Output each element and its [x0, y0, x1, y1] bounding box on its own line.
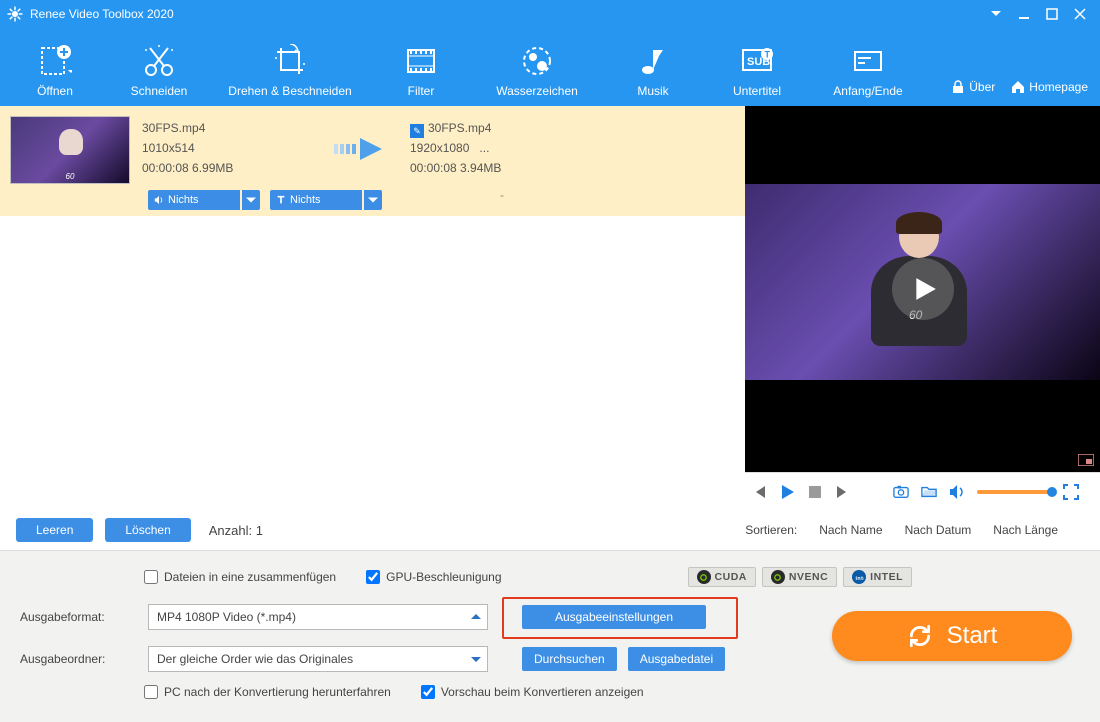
cuda-badge: CUDA — [688, 567, 756, 587]
play-overlay-button[interactable] — [892, 258, 954, 320]
sort-by-date[interactable]: Nach Datum — [905, 523, 972, 537]
minimize-icon[interactable] — [1010, 0, 1038, 28]
stop-button[interactable] — [807, 484, 823, 500]
app-title: Renee Video Toolbox 2020 — [30, 7, 174, 21]
speaker-icon — [154, 195, 164, 205]
subtitle-icon: SUBT — [740, 44, 774, 78]
tool-start-end[interactable]: Anfang/Ende — [818, 44, 918, 98]
output-file-button[interactable]: Ausgabedatei — [628, 647, 725, 671]
tool-label: Drehen & Beschneiden — [220, 84, 360, 98]
nvenc-badge: NVENC — [762, 567, 837, 587]
tool-cut[interactable]: Schneiden — [116, 44, 202, 98]
intel-badge: intelINTEL — [843, 567, 912, 587]
tool-subtitle[interactable]: SUBT Untertitel — [714, 44, 800, 98]
source-thumbnail[interactable] — [10, 116, 130, 184]
title-bar: Renee Video Toolbox 2020 — [0, 0, 1100, 28]
prev-button[interactable] — [751, 484, 767, 500]
tool-label: Schneiden — [116, 84, 202, 98]
start-button[interactable]: Start — [832, 611, 1072, 661]
tool-open[interactable]: Öffnen — [12, 44, 98, 98]
tool-label: Filter — [378, 84, 464, 98]
arrow-right-icon — [334, 136, 398, 162]
volume-slider[interactable] — [977, 490, 1051, 494]
caret-up-icon — [471, 612, 481, 622]
folder-label: Ausgabeordner: — [20, 652, 138, 666]
output-settings: Dateien in eine zusammenfügen GPU-Beschl… — [0, 550, 1100, 722]
fullscreen-button[interactable] — [1063, 484, 1079, 500]
next-button[interactable] — [835, 484, 851, 500]
lock-icon — [951, 80, 965, 94]
file-row[interactable]: 30FPS.mp4 1010x514 00:00:08 6.99MB ✎30FP… — [0, 106, 745, 216]
format-label: Ausgabeformat: — [20, 610, 138, 624]
audio-dropdown[interactable]: Nichts — [148, 190, 260, 210]
volume-button[interactable] — [949, 484, 965, 500]
svg-text:T: T — [765, 50, 771, 60]
sort-by-name[interactable]: Nach Name — [819, 523, 882, 537]
video-preview[interactable]: 60 — [745, 106, 1100, 472]
maximize-icon[interactable] — [1038, 0, 1066, 28]
source-info: 30FPS.mp4 1010x514 00:00:08 6.99MB — [142, 116, 322, 178]
edit-icon[interactable]: ✎ — [410, 124, 424, 138]
folder-select[interactable]: Der gleiche Order wie das Originales — [148, 646, 488, 672]
about-link[interactable]: Über — [951, 80, 995, 94]
tool-label: Wasserzeichen — [482, 84, 592, 98]
refresh-icon — [907, 623, 933, 649]
dash: - — [500, 188, 504, 202]
close-icon[interactable] — [1066, 0, 1094, 28]
play-button[interactable] — [779, 484, 795, 500]
watermark-icon — [520, 44, 554, 78]
text-icon — [276, 195, 286, 205]
card-icon — [851, 44, 885, 78]
preview-checkbox[interactable]: Vorschau beim Konvertieren anzeigen — [421, 685, 644, 699]
clear-button[interactable]: Leeren — [16, 518, 93, 542]
tool-rotate-crop[interactable]: Drehen & Beschneiden — [220, 44, 360, 98]
list-actions: Leeren Löschen Anzahl: 1 Sortieren: Nach… — [0, 510, 1100, 550]
merge-checkbox[interactable]: Dateien in eine zusammenfügen — [144, 570, 336, 584]
count-label: Anzahl: 1 — [209, 523, 263, 538]
main-toolbar: Öffnen Schneiden Drehen & Beschneiden Fi… — [0, 28, 1100, 106]
format-select[interactable]: MP4 1080P Video (*.mp4) — [148, 604, 488, 630]
tool-filter[interactable]: Filter — [378, 44, 464, 98]
tool-label: Musik — [610, 84, 696, 98]
file-list: 30FPS.mp4 1010x514 00:00:08 6.99MB ✎30FP… — [0, 106, 745, 510]
svg-text:intel: intel — [855, 575, 864, 581]
tool-label: Öffnen — [12, 84, 98, 98]
home-icon — [1011, 80, 1025, 94]
player-controls — [745, 472, 1100, 510]
highlight-box — [502, 597, 738, 639]
target-info: ✎30FPS.mp4 1920x1080 ... 00:00:08 3.94MB — [410, 116, 590, 178]
gpu-checkbox[interactable]: GPU-Beschleunigung — [366, 570, 501, 584]
pip-icon[interactable] — [1078, 454, 1094, 466]
tool-music[interactable]: Musik — [610, 44, 696, 98]
music-note-icon — [636, 44, 670, 78]
menu-dropdown-icon[interactable] — [982, 0, 1010, 28]
preview-panel: 60 — [745, 106, 1100, 510]
filmstrip-icon — [404, 44, 438, 78]
tool-label: Anfang/Ende — [818, 84, 918, 98]
caret-down-icon — [471, 654, 481, 664]
tool-watermark[interactable]: Wasserzeichen — [482, 44, 592, 98]
delete-button[interactable]: Löschen — [105, 518, 190, 542]
text-dropdown[interactable]: Nichts — [270, 190, 382, 210]
shutdown-checkbox[interactable]: PC nach der Konvertierung herunterfahren — [144, 685, 391, 699]
sort-by-length[interactable]: Nach Länge — [993, 523, 1058, 537]
tool-label: Untertitel — [714, 84, 800, 98]
app-logo-icon — [6, 5, 24, 23]
crop-rotate-icon — [273, 44, 307, 78]
film-add-icon — [38, 44, 72, 78]
browse-button[interactable]: Durchsuchen — [522, 647, 617, 671]
snapshot-button[interactable] — [893, 484, 909, 500]
sort-label: Sortieren: — [745, 523, 797, 537]
scissors-icon — [142, 44, 176, 78]
homepage-link[interactable]: Homepage — [1011, 80, 1088, 94]
open-folder-button[interactable] — [921, 484, 937, 500]
